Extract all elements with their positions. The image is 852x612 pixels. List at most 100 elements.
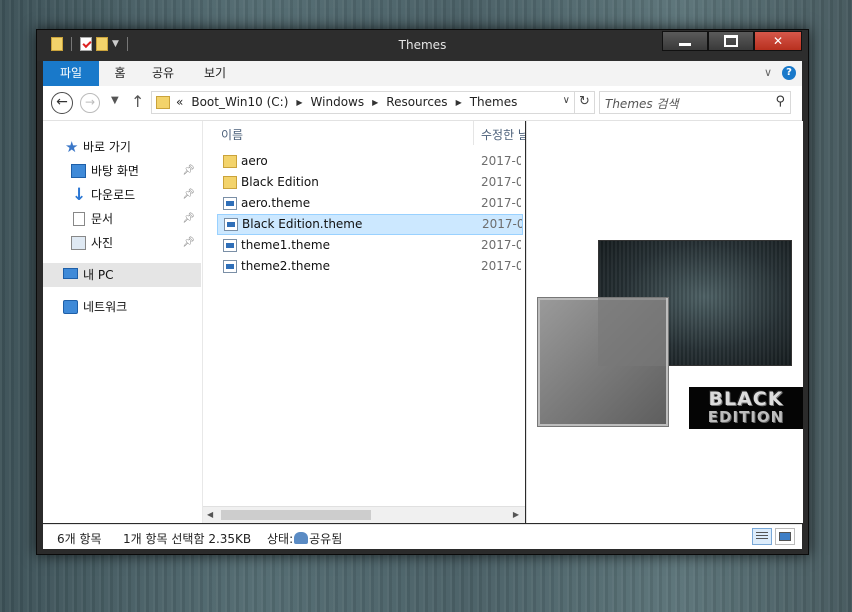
- sort-ascending-icon: ^: [341, 121, 349, 128]
- pin-icon[interactable]: 📌︎: [182, 159, 195, 183]
- column-divider[interactable]: [473, 121, 474, 145]
- scroll-left-icon[interactable]: ◀: [207, 510, 213, 519]
- star-icon: ★: [65, 138, 79, 156]
- scrollbar-thumb[interactable]: [221, 510, 371, 520]
- sidebar-item-downloads[interactable]: ↓ 다운로드 📌︎: [43, 183, 201, 207]
- horizontal-scrollbar[interactable]: ◀ ▶: [203, 506, 525, 523]
- logo-line-2: EDITION: [707, 408, 785, 426]
- share-status: 상태: 공유됨: [267, 530, 342, 547]
- pin-icon[interactable]: 📌︎: [182, 207, 195, 231]
- breadcrumb-separator-icon[interactable]: ▶: [296, 98, 302, 107]
- help-icon[interactable]: ?: [782, 66, 796, 80]
- column-header-name[interactable]: 이름: [221, 126, 243, 143]
- tab-view[interactable]: 보기: [199, 61, 231, 86]
- theme-file-icon: [224, 218, 238, 231]
- list-item[interactable]: theme1.theme 2017-03: [217, 235, 523, 256]
- minimize-icon: [679, 42, 691, 46]
- sidebar-item-label: 바탕 화면: [91, 164, 139, 178]
- status-bar: 6개 항목 1개 항목 선택함 2.35KB 상태: 공유됨: [43, 524, 802, 549]
- file-name: aero.theme: [241, 196, 311, 210]
- folder-icon: [223, 176, 237, 189]
- pictures-icon: [71, 236, 86, 250]
- file-date: 2017-03: [481, 196, 521, 210]
- breadcrumb-separator-icon[interactable]: ▶: [372, 98, 378, 107]
- logo-line-1: BLACK: [708, 388, 784, 410]
- explorer-window: ▼ Themes ✕ 파일 홈 공유 보기 ∨ ? ← → ▼ ↑ « Boot…: [36, 29, 809, 555]
- file-date: 2017-05: [481, 175, 521, 189]
- theme-file-icon: [223, 239, 237, 252]
- list-item[interactable]: aero.theme 2017-03: [217, 193, 523, 214]
- breadcrumb-item[interactable]: Boot_Win10 (C:): [191, 95, 288, 109]
- sidebar-item-label: 문서: [91, 212, 114, 226]
- pin-icon[interactable]: 📌︎: [182, 231, 195, 255]
- pin-icon[interactable]: 📌︎: [182, 183, 195, 207]
- address-history-dropdown-icon[interactable]: ∨: [563, 95, 570, 106]
- forward-button[interactable]: →: [80, 93, 100, 113]
- column-header-modified[interactable]: 수정한 날짜: [481, 126, 525, 143]
- breadcrumb-item[interactable]: Themes: [470, 95, 518, 109]
- breadcrumb-overflow[interactable]: «: [176, 95, 183, 109]
- share-status-value: 공유됨: [309, 532, 343, 546]
- window-controls: ✕: [662, 31, 802, 51]
- details-view-button[interactable]: [752, 528, 772, 545]
- selection-info: 1개 항목 선택함 2.35KB: [123, 532, 252, 546]
- large-icons-view-button[interactable]: [775, 528, 795, 545]
- sidebar-item-label: 사진: [91, 236, 114, 250]
- breadcrumb-item[interactable]: Windows: [311, 95, 365, 109]
- recent-locations-dropdown-icon[interactable]: ▼: [111, 95, 119, 106]
- file-name: aero: [241, 154, 268, 168]
- document-icon: [73, 212, 85, 226]
- breadcrumb-item[interactable]: Resources: [386, 95, 447, 109]
- file-name: theme1.theme: [241, 238, 330, 252]
- shared-users-icon: [294, 532, 309, 544]
- download-arrow-icon: ↓: [72, 185, 87, 205]
- close-button[interactable]: ✕: [754, 31, 802, 51]
- sidebar-item-desktop[interactable]: 바탕 화면 📌︎: [43, 159, 201, 183]
- search-input[interactable]: Themes 검색 ⚲: [599, 91, 791, 114]
- sidebar-item-network[interactable]: 네트워크: [43, 295, 201, 319]
- address-bar[interactable]: « Boot_Win10 (C:) ▶ Windows ▶ Resources …: [151, 91, 575, 114]
- search-placeholder: Themes 검색: [605, 97, 679, 111]
- tab-home[interactable]: 홈: [107, 61, 133, 86]
- navigation-bar: ← → ▼ ↑ « Boot_Win10 (C:) ▶ Windows ▶ Re…: [43, 86, 802, 121]
- sidebar-item-label: 네트워크: [83, 300, 128, 314]
- black-edition-logo: BLACK EDITION: [689, 387, 803, 429]
- tab-share[interactable]: 공유: [147, 61, 179, 86]
- sidebar-item-label: 바로 가기: [83, 140, 131, 154]
- scroll-right-icon[interactable]: ▶: [513, 510, 519, 519]
- maximize-icon: [724, 35, 738, 47]
- expand-ribbon-icon[interactable]: ∨: [764, 66, 772, 79]
- file-date: 2017-05: [482, 217, 522, 231]
- breadcrumb: « Boot_Win10 (C:) ▶ Windows ▶ Resources …: [176, 95, 517, 109]
- maximize-button[interactable]: [708, 31, 754, 51]
- file-date: 2017-03: [481, 154, 521, 168]
- refresh-button[interactable]: ↻: [575, 91, 595, 114]
- navigation-pane: ★ 바로 가기 바탕 화면 📌︎ ↓ 다운로드 📌︎ 문서 📌︎ 사진 📌︎ 내…: [43, 121, 203, 523]
- minimize-button[interactable]: [662, 31, 708, 51]
- list-item[interactable]: Black Edition 2017-05: [217, 172, 523, 193]
- search-icon[interactable]: ⚲: [775, 94, 785, 109]
- column-headers: ^ 이름 수정한 날짜: [203, 121, 525, 145]
- file-name: theme2.theme: [241, 259, 330, 273]
- close-icon: ✕: [772, 34, 784, 48]
- folder-icon: [156, 96, 170, 109]
- sidebar-item-pictures[interactable]: 사진 📌︎: [43, 231, 201, 255]
- sidebar-item-quick-access[interactable]: ★ 바로 가기: [43, 135, 201, 159]
- up-button[interactable]: ↑: [131, 92, 144, 111]
- list-item[interactable]: aero 2017-03: [217, 151, 523, 172]
- computer-icon: [63, 268, 78, 279]
- folder-icon: [223, 155, 237, 168]
- tab-file[interactable]: 파일: [43, 61, 99, 86]
- list-item[interactable]: theme2.theme 2017-03: [217, 256, 523, 277]
- sidebar-item-label: 내 PC: [83, 268, 114, 282]
- breadcrumb-separator-icon[interactable]: ▶: [456, 98, 462, 107]
- file-date: 2017-03: [481, 238, 521, 252]
- list-item-selected[interactable]: Black Edition.theme 2017-05: [217, 214, 523, 235]
- sidebar-item-this-pc[interactable]: 내 PC: [43, 263, 201, 287]
- share-status-label: 상태:: [267, 532, 294, 546]
- file-date: 2017-03: [481, 259, 521, 273]
- back-button[interactable]: ←: [51, 92, 73, 114]
- sidebar-item-documents[interactable]: 문서 📌︎: [43, 207, 201, 231]
- desktop-icon: [71, 164, 86, 178]
- title-bar[interactable]: ▼ Themes ✕: [37, 30, 808, 61]
